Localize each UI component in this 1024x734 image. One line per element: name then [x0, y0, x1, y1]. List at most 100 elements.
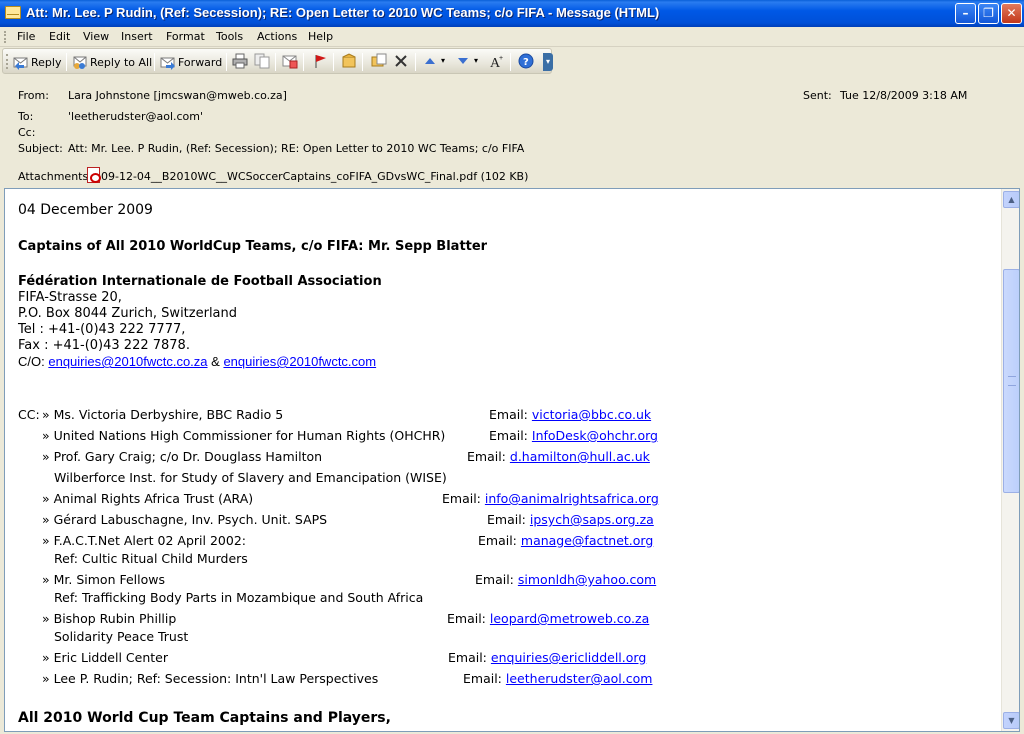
- cc-entry-email: Email: d.hamilton@hull.ac.uk: [467, 449, 650, 464]
- toolbar-grip: [6, 54, 9, 69]
- email-link[interactable]: manage@factnet.org: [521, 533, 653, 548]
- menu-insert[interactable]: Insert: [121, 30, 153, 43]
- toolbar-separator: [226, 53, 227, 71]
- telephone: Tel : +41-(0)43 222 7777,: [18, 322, 186, 337]
- cc-entry-subline: Wilberforce Inst. for Study of Slavery a…: [54, 470, 447, 485]
- care-of-line: C/O: enquiries@2010fwctc.co.za & enquiri…: [18, 354, 376, 369]
- cc-entry-name: » Animal Rights Africa Trust (ARA): [42, 491, 254, 506]
- vertical-scrollbar[interactable]: ▲ ▼: [1001, 189, 1019, 731]
- svg-text:?: ?: [523, 57, 529, 68]
- menu-file[interactable]: File: [17, 30, 35, 43]
- maximize-button[interactable]: ❐: [978, 3, 999, 24]
- scroll-up-arrow-icon[interactable]: ▲: [1003, 191, 1019, 208]
- to-label: To:: [18, 110, 34, 123]
- cc-entry-subline: Ref: Cultic Ritual Child Murders: [54, 551, 248, 566]
- reply-all-label: Reply to All: [90, 55, 153, 69]
- cc-entry-email: Email: simonldh@yahoo.com: [475, 572, 657, 587]
- cc-entry-email: Email: manage@factnet.org: [478, 533, 654, 548]
- toolbar-separator: [275, 53, 276, 71]
- cc-entry-email: Email: enquiries@ericliddell.org: [448, 650, 647, 665]
- reply-button[interactable]: Reply: [13, 53, 61, 71]
- copy-icon[interactable]: [254, 53, 270, 69]
- from-label: From:: [18, 89, 49, 102]
- previous-item-icon[interactable]: [422, 53, 438, 69]
- previous-dropdown-chevron-icon[interactable]: ▾: [441, 56, 445, 65]
- cc-entry-name: » Gérard Labuschagne, Inv. Psych. Unit. …: [42, 512, 328, 527]
- reply-label: Reply: [31, 55, 62, 69]
- closing-heading: All 2010 World Cup Team Captains and Pla…: [18, 710, 391, 726]
- svg-text:+: +: [499, 55, 503, 62]
- menu-bar: File Edit View Insert Format Tools Actio…: [0, 27, 1024, 47]
- attachment-item[interactable]: 09-12-04__B2010WC__WCSoccerCaptains_coFI…: [87, 167, 528, 183]
- scroll-thumb[interactable]: [1003, 269, 1019, 493]
- scroll-down-arrow-icon[interactable]: ▼: [1003, 712, 1019, 729]
- email-link[interactable]: ipsych@saps.org.za: [530, 512, 654, 527]
- reply-icon: [13, 54, 29, 70]
- cc-entry-subline: Ref: Trafficking Body Parts in Mozambiqu…: [54, 590, 424, 605]
- standard-toolbar: Reply Reply to All Forward ▾ ▾ A + ? ▾: [2, 48, 553, 74]
- from-value[interactable]: Lara Johnstone [jmcswan@mweb.co.za]: [68, 89, 287, 102]
- menu-help[interactable]: Help: [308, 30, 333, 43]
- message-body[interactable]: 04 December 2009 Captains of All 2010 Wo…: [4, 188, 1020, 732]
- delete-icon[interactable]: [393, 53, 409, 69]
- toolbar-options-chevron-icon[interactable]: ▾: [543, 53, 553, 71]
- letter-date: 04 December 2009: [18, 202, 153, 218]
- help-icon[interactable]: ?: [518, 53, 534, 69]
- sent-label: Sent:: [803, 89, 832, 102]
- reply-all-button[interactable]: Reply to All: [72, 53, 152, 71]
- toolbar-separator: [66, 53, 67, 71]
- attachment-name: 09-12-04__B2010WC__WCSoccerCaptains_coFI…: [101, 170, 529, 183]
- email-link[interactable]: InfoDesk@ohchr.org: [532, 428, 658, 443]
- toolbar-separator: [333, 53, 334, 71]
- menu-view[interactable]: View: [83, 30, 109, 43]
- care-of-ampersand: &: [211, 354, 220, 369]
- org-name: Fédération Internationale de Football As…: [18, 274, 382, 289]
- letter-heading: Captains of All 2010 WorldCup Teams, c/o…: [18, 239, 488, 254]
- window-title: Att: Mr. Lee. P Rudin, (Ref: Secession);…: [26, 5, 660, 20]
- care-of-email-link-2[interactable]: enquiries@2010fwctc.com: [223, 354, 376, 369]
- address-line-2: P.O. Box 8044 Zurich, Switzerland: [18, 306, 238, 321]
- attachments-label: Attachments:: [18, 170, 92, 183]
- cc-label: Cc:: [18, 126, 36, 139]
- email-link[interactable]: enquiries@ericliddell.org: [491, 650, 646, 665]
- subject-label: Subject:: [18, 142, 63, 155]
- email-link[interactable]: d.hamilton@hull.ac.uk: [510, 449, 650, 464]
- title-bar: Att: Mr. Lee. P Rudin, (Ref: Secession);…: [0, 0, 1024, 27]
- email-link[interactable]: info@animalrightsafrica.org: [485, 491, 659, 506]
- cc-entry-name: » Ms. Victoria Derbyshire, BBC Radio 5: [42, 407, 284, 422]
- email-link[interactable]: leetherudster@aol.com: [506, 671, 653, 686]
- care-of-label: C/O:: [18, 354, 45, 369]
- next-dropdown-chevron-icon[interactable]: ▾: [474, 56, 478, 65]
- subject-value: Att: Mr. Lee. P Rudin, (Ref: Secession);…: [68, 142, 525, 155]
- flag-icon[interactable]: [312, 53, 328, 69]
- envelope-icon: [5, 6, 21, 19]
- menu-format[interactable]: Format: [166, 30, 205, 43]
- care-of-email-link-1[interactable]: enquiries@2010fwctc.co.za: [48, 354, 207, 369]
- cc-entry-name: » Bishop Rubin Phillip: [42, 611, 177, 626]
- menu-edit[interactable]: Edit: [49, 30, 70, 43]
- cc-entry-name: » United Nations High Commissioner for H…: [42, 428, 446, 443]
- toolbar-separator: [303, 53, 304, 71]
- address-book-icon[interactable]: [341, 53, 357, 69]
- minimize-button[interactable]: –: [955, 3, 976, 24]
- move-to-folder-icon[interactable]: [371, 53, 387, 69]
- next-item-icon[interactable]: [455, 53, 471, 69]
- to-value[interactable]: 'leetherudster@aol.com': [68, 110, 203, 123]
- sent-value: Tue 12/8/2009 3:18 AM: [840, 89, 968, 102]
- cc-entry-email: Email: victoria@bbc.co.uk: [489, 407, 652, 422]
- forward-button[interactable]: Forward: [160, 53, 222, 71]
- email-link[interactable]: leopard@metroweb.co.za: [490, 611, 649, 626]
- pdf-icon: [87, 167, 101, 183]
- menu-actions[interactable]: Actions: [257, 30, 297, 43]
- email-link[interactable]: victoria@bbc.co.uk: [532, 407, 651, 422]
- email-link[interactable]: simonldh@yahoo.com: [518, 572, 656, 587]
- font-size-icon[interactable]: A+: [489, 53, 505, 69]
- print-icon[interactable]: [232, 53, 248, 69]
- toolbar-separator: [154, 53, 155, 71]
- categorize-icon[interactable]: [282, 53, 298, 69]
- close-button[interactable]: ✕: [1001, 3, 1022, 24]
- cc-entry-subline: Solidarity Peace Trust: [54, 629, 189, 644]
- cc-entry-email: Email: ipsych@saps.org.za: [487, 512, 654, 527]
- toolbar-separator: [362, 53, 363, 71]
- menu-tools[interactable]: Tools: [216, 30, 243, 43]
